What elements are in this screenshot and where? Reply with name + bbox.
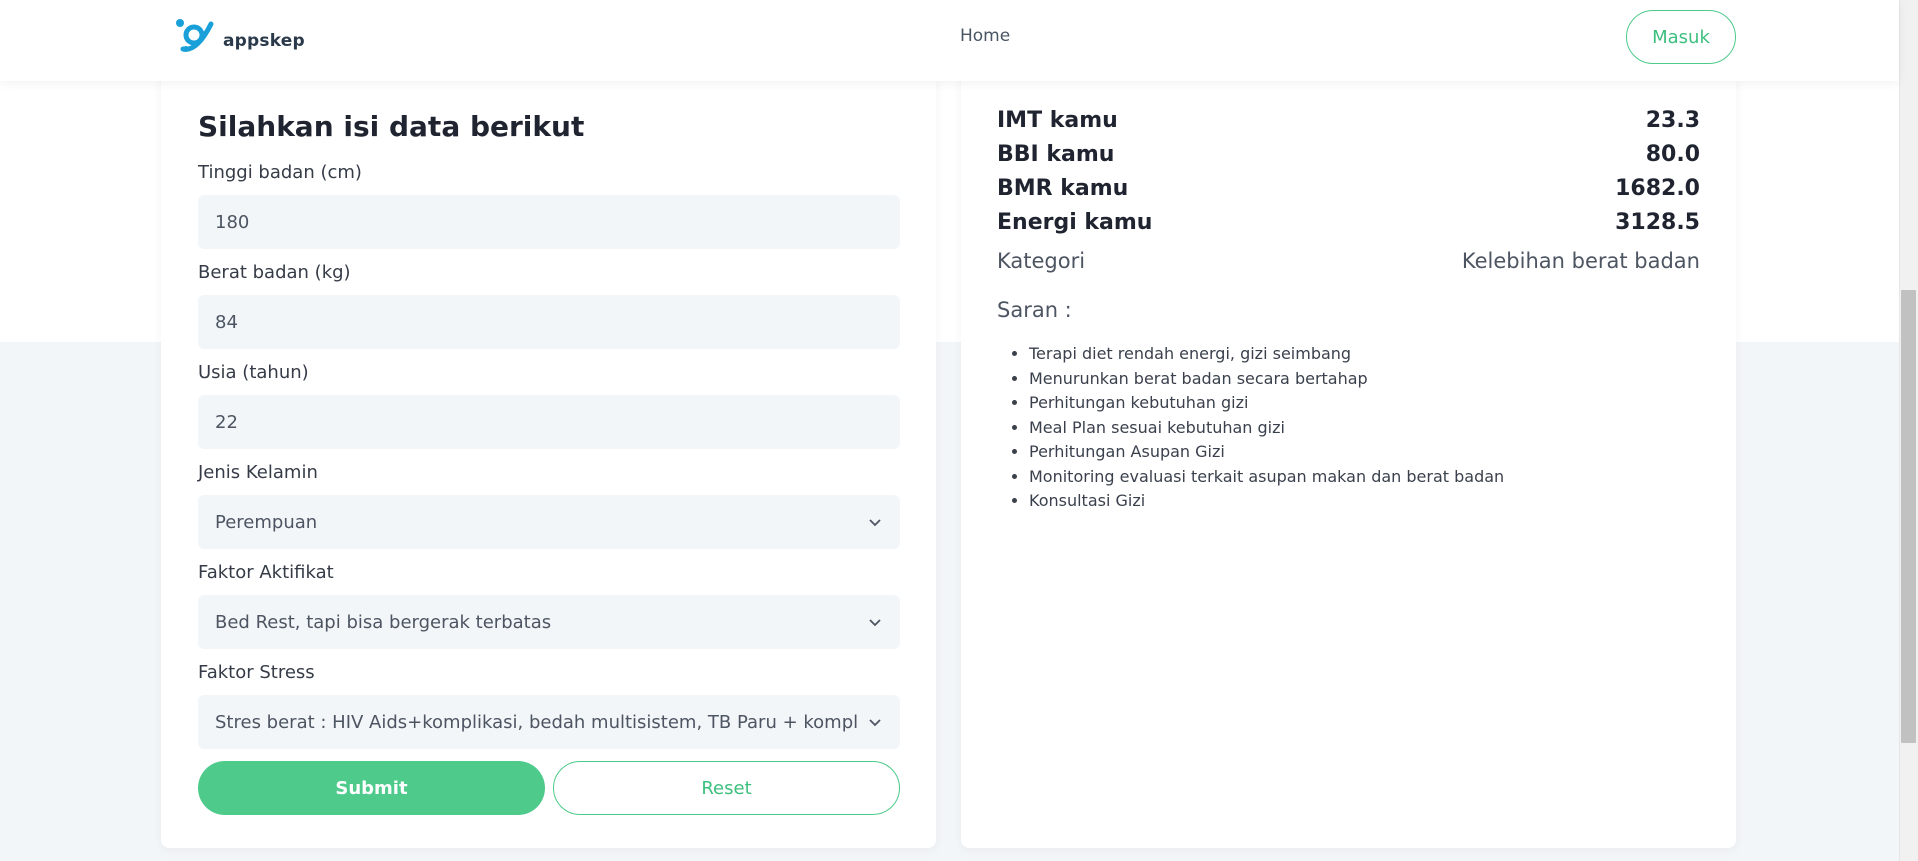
login-button[interactable]: Masuk xyxy=(1626,10,1736,64)
stat-value: 80.0 xyxy=(1645,142,1700,167)
list-item: Menurunkan berat badan secara bertahap xyxy=(1029,367,1504,392)
category-row: Kategori Kelebihan berat badan xyxy=(997,249,1700,273)
activity-label: Faktor Aktifikat xyxy=(198,562,334,583)
stat-label: BMR kamu xyxy=(997,176,1129,201)
age-value: 22 xyxy=(215,411,238,433)
stat-value: 3128.5 xyxy=(1615,210,1700,235)
height-label: Tinggi badan (cm) xyxy=(198,162,362,183)
advice-title: Saran : xyxy=(997,298,1072,322)
stat-row-energi: Energi kamu 3128.5 xyxy=(997,210,1700,235)
stress-select[interactable]: Stres berat : HIV Aids+komplikasi, bedah… xyxy=(198,695,900,749)
advice-list: Terapi diet rendah energi, gizi seimbang… xyxy=(1029,342,1504,514)
chevron-down-icon xyxy=(869,719,881,727)
gender-label: Jenis Kelamin xyxy=(198,462,318,483)
list-item: Terapi diet rendah energi, gizi seimbang xyxy=(1029,342,1504,367)
nav-home-link[interactable]: Home xyxy=(960,26,1010,46)
weight-label: Berat badan (kg) xyxy=(198,262,351,283)
navbar: appskep Home Masuk xyxy=(0,0,1899,81)
stress-label: Faktor Stress xyxy=(198,662,315,683)
list-item: Perhitungan kebutuhan gizi xyxy=(1029,391,1504,416)
age-input[interactable]: 22 xyxy=(198,395,900,449)
age-label: Usia (tahun) xyxy=(198,362,309,383)
reset-button[interactable]: Reset xyxy=(553,761,900,815)
submit-button[interactable]: Submit xyxy=(198,761,545,815)
stat-value: 23.3 xyxy=(1645,108,1700,133)
category-label: Kategori xyxy=(997,249,1086,273)
list-item: Konsultasi Gizi xyxy=(1029,489,1504,514)
chevron-down-icon xyxy=(869,619,881,627)
activity-selected: Bed Rest, tapi bisa bergerak terbatas xyxy=(215,611,552,633)
gender-select[interactable]: Perempuan xyxy=(198,495,900,549)
category-value: Kelebihan berat badan xyxy=(1461,249,1700,273)
brand-name: appskep xyxy=(223,31,305,51)
appskep-logo-icon xyxy=(176,19,214,52)
stress-selected: Stres berat : HIV Aids+komplikasi, bedah… xyxy=(215,711,857,733)
list-item: Monitoring evaluasi terkait asupan makan… xyxy=(1029,465,1504,490)
weight-input[interactable]: 84 xyxy=(198,295,900,349)
stat-label: BBI kamu xyxy=(997,142,1115,167)
result-card: IMT kamu 23.3 BBI kamu 80.0 BMR kamu 168… xyxy=(961,70,1736,848)
stat-row-imt: IMT kamu 23.3 xyxy=(997,108,1700,133)
height-value: 180 xyxy=(215,211,250,233)
list-item: Meal Plan sesuai kebutuhan gizi xyxy=(1029,416,1504,441)
stat-row-bmr: BMR kamu 1682.0 xyxy=(997,176,1700,201)
stat-label: IMT kamu xyxy=(997,108,1118,133)
scrollbar-thumb[interactable] xyxy=(1901,290,1916,743)
stat-row-bbi: BBI kamu 80.0 xyxy=(997,142,1700,167)
activity-select[interactable]: Bed Rest, tapi bisa bergerak terbatas xyxy=(198,595,900,649)
gender-selected: Perempuan xyxy=(215,511,318,533)
stat-label: Energi kamu xyxy=(997,210,1153,235)
brand-logo[interactable]: appskep xyxy=(175,18,305,54)
chevron-down-icon xyxy=(869,519,881,527)
list-item: Perhitungan Asupan Gizi xyxy=(1029,440,1504,465)
stat-value: 1682.0 xyxy=(1615,176,1700,201)
weight-value: 84 xyxy=(215,311,238,333)
height-input[interactable]: 180 xyxy=(198,195,900,249)
form-title: Silahkan isi data berikut xyxy=(198,110,585,143)
input-form-card: Silahkan isi data berikut Tinggi badan (… xyxy=(161,70,936,848)
